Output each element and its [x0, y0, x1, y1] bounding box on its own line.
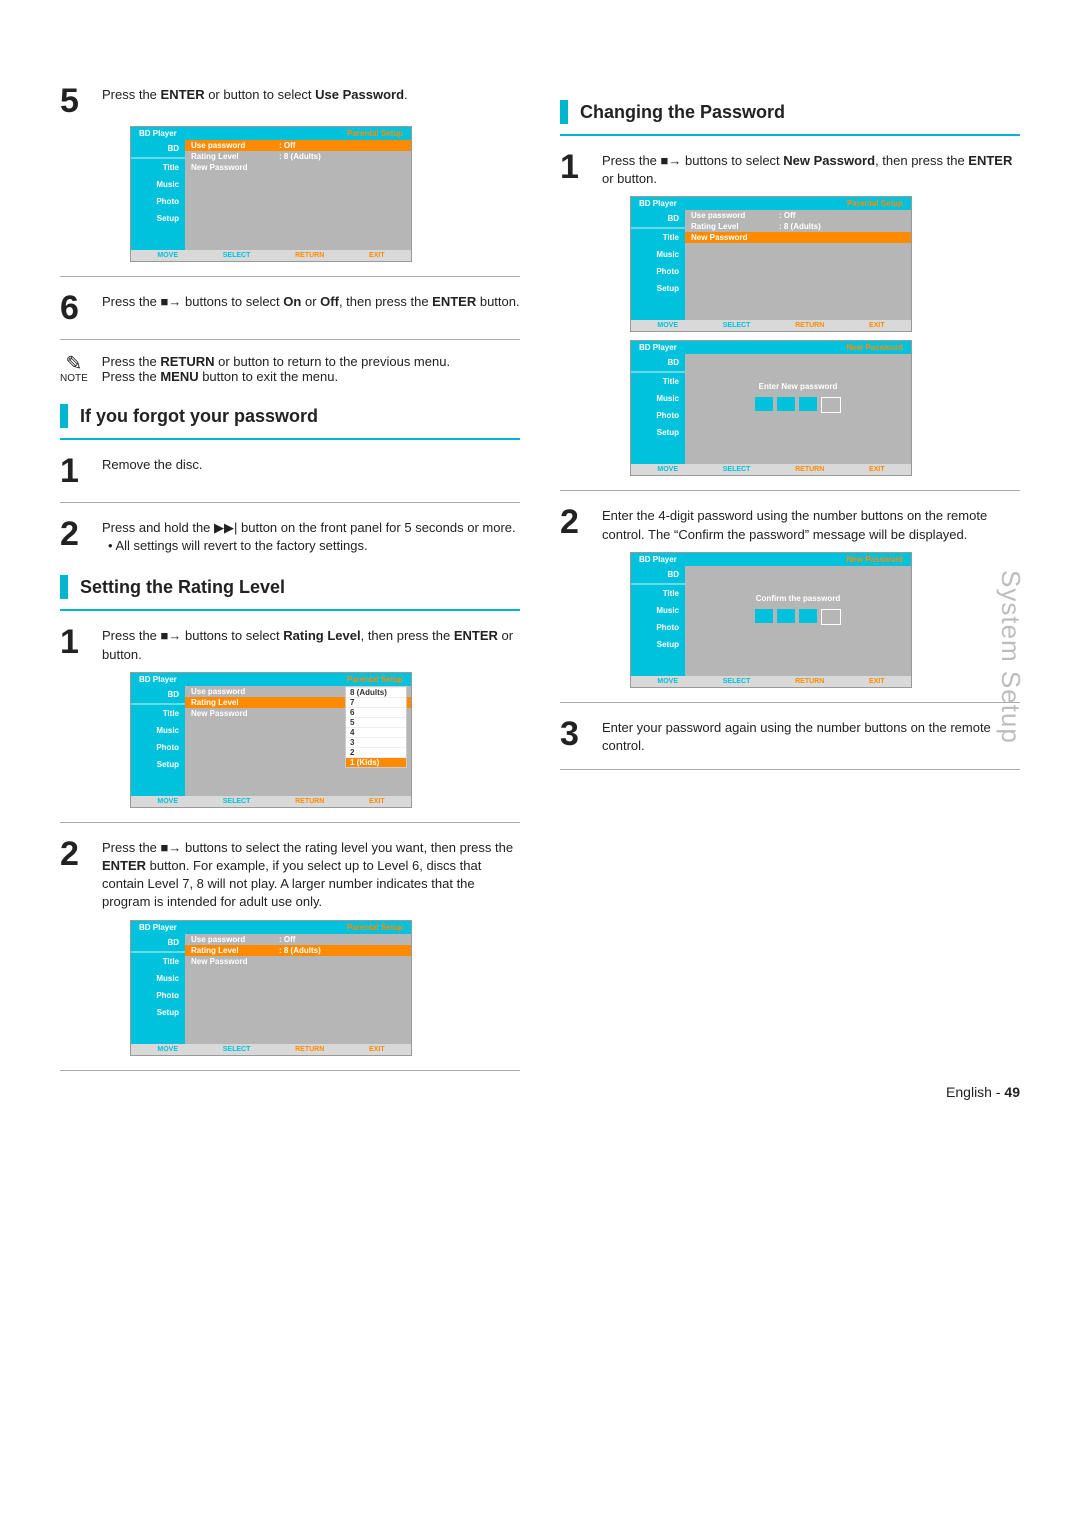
osd-enter-new-password: BD PlayerNew Password BD Title Music Pho… [630, 340, 912, 476]
rating-step-2: 2 Press the ■→ buttons to select the rat… [60, 837, 520, 912]
rating-dropdown: 8 (Adults) 7 6 5 4 3 2 1 (Kids) [345, 686, 407, 768]
step-text: Press the ENTER or button to select Use … [102, 84, 520, 118]
change-step-1: 1 Press the ■→ buttons to select New Pas… [560, 150, 1020, 188]
forgot-step-2: 2 Press and hold the ▶▶| button on the f… [60, 517, 520, 555]
heading-changing-password: Changing the Password [560, 100, 1020, 124]
step-text: Press the ■→ buttons to select On or Off… [102, 291, 520, 325]
note-block: ✎ NOTE Press the RETURN or button to ret… [60, 354, 520, 384]
right-column: Changing the Password 1 Press the ■→ but… [560, 80, 1020, 1085]
change-step-2: 2 Enter the 4-digit password using the n… [560, 505, 1020, 543]
left-column: 5 Press the ENTER or button to select Us… [60, 80, 520, 1085]
manual-page: System Setup 5 Press the ENTER or button… [0, 0, 1080, 1125]
osd-parental-use-password: BD PlayerParental Setup BD Title Music P… [130, 126, 412, 262]
password-boxes [685, 397, 911, 413]
note-icon: ✎ NOTE [60, 354, 88, 384]
step-number: 5 [60, 84, 88, 118]
heading-bar-icon [560, 100, 568, 124]
step-6: 6 Press the ■→ buttons to select On or O… [60, 291, 520, 325]
stop-right-icon: ■→ [161, 628, 182, 643]
osd-new-password-row: BD PlayerParental Setup BD Title Music P… [630, 196, 912, 332]
heading-forgot-password: If you forgot your password [60, 404, 520, 428]
heading-bar-icon [60, 404, 68, 428]
page-footer: English - 49 [946, 1084, 1020, 1100]
stop-right-icon: ■→ [161, 294, 182, 309]
osd-rating-dropdown: BD PlayerParental Setup BD Title Music P… [130, 672, 412, 808]
stop-right-icon: ■→ [161, 840, 182, 855]
osd-confirm-password: BD PlayerNew Password BD Title Music Pho… [630, 552, 912, 688]
password-boxes [685, 609, 911, 625]
step-5: 5 Press the ENTER or button to select Us… [60, 84, 520, 118]
heading-rating-level: Setting the Rating Level [60, 575, 520, 599]
skip-icon: ▶▶| [214, 520, 237, 535]
section-side-tab: System Setup [995, 570, 1026, 744]
heading-bar-icon [60, 575, 68, 599]
rating-step-1: 1 Press the ■→ buttons to select Rating … [60, 625, 520, 663]
osd-rating-highlight: BD PlayerParental Setup BD Title Music P… [130, 920, 412, 1056]
forgot-step-1: 1 Remove the disc. [60, 454, 520, 488]
stop-right-icon: ■→ [661, 153, 682, 168]
pencil-icon: ✎ [60, 354, 88, 374]
step-number: 6 [60, 291, 88, 325]
change-step-3: 3 Enter your password again using the nu… [560, 717, 1020, 755]
